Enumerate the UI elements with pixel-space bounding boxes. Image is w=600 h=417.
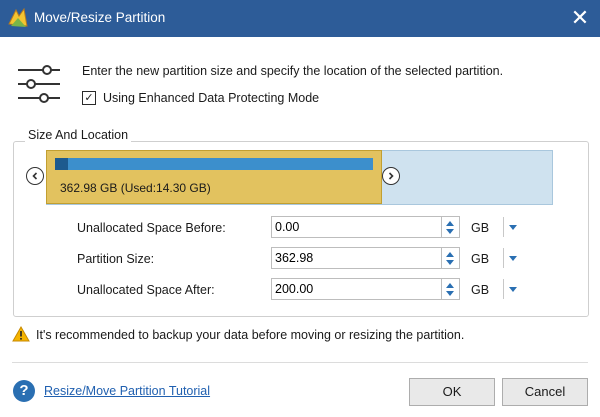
unallocated-after-label: Unallocated Space After:	[77, 283, 215, 297]
spin-up-icon[interactable]	[446, 283, 454, 288]
divider	[503, 279, 504, 299]
unit-label: GB	[471, 221, 490, 235]
spin-up-icon[interactable]	[446, 221, 454, 226]
instruction-text: Enter the new partition size and specify…	[82, 64, 504, 78]
footer-separator	[12, 362, 588, 363]
warning-icon	[12, 326, 30, 342]
partition-size-spinner[interactable]	[442, 247, 460, 269]
unit-dropdown-icon[interactable]	[509, 287, 517, 292]
used-space-fill	[55, 158, 68, 170]
enhanced-mode-checkbox[interactable]: ✓	[82, 91, 96, 105]
move-right-button[interactable]	[382, 167, 400, 185]
partition-size-label: Partition Size:	[77, 252, 155, 266]
partition-block[interactable]: 362.98 GB (Used:14.30 GB)	[46, 150, 382, 204]
partition-size-input[interactable]	[271, 247, 442, 269]
chevron-left-icon	[32, 172, 38, 180]
tutorial-link[interactable]: Resize/Move Partition Tutorial	[44, 384, 210, 398]
enhanced-mode-row: ✓ Using Enhanced Data Protecting Mode	[82, 91, 319, 105]
checkmark-icon: ✓	[84, 91, 94, 104]
cancel-button[interactable]: Cancel	[502, 378, 588, 406]
help-icon[interactable]: ?	[13, 380, 35, 402]
spin-down-icon[interactable]	[446, 260, 454, 265]
divider	[503, 248, 504, 268]
unallocated-before-label: Unallocated Space Before:	[77, 221, 226, 235]
spin-down-icon[interactable]	[446, 229, 454, 234]
partition-size-label: 362.98 GB (Used:14.30 GB)	[60, 181, 211, 195]
close-icon[interactable]: ✕	[566, 4, 594, 32]
unallocated-after-spinner[interactable]	[442, 278, 460, 300]
chevron-right-icon	[388, 172, 394, 180]
adjust-sliders-icon	[18, 65, 60, 103]
unit-label: GB	[471, 252, 490, 266]
divider	[503, 217, 504, 237]
backup-warning-text: It's recommended to backup your data bef…	[36, 328, 465, 342]
group-title: Size And Location	[25, 128, 132, 142]
window-title: Move/Resize Partition	[34, 10, 166, 25]
spin-up-icon[interactable]	[446, 252, 454, 257]
unallocated-before-spinner[interactable]	[442, 216, 460, 238]
partition-usage-bar	[55, 158, 373, 170]
enhanced-mode-label: Using Enhanced Data Protecting Mode	[103, 91, 320, 105]
title-bar: Move/Resize Partition ✕	[0, 0, 600, 37]
unit-dropdown-icon[interactable]	[509, 256, 517, 261]
unallocated-after-input[interactable]	[271, 278, 442, 300]
app-logo-icon	[8, 7, 28, 27]
spin-down-icon[interactable]	[446, 291, 454, 296]
unit-label: GB	[471, 283, 490, 297]
unallocated-before-input[interactable]	[271, 216, 442, 238]
move-left-button[interactable]	[26, 167, 44, 185]
ok-button[interactable]: OK	[409, 378, 495, 406]
unit-dropdown-icon[interactable]	[509, 225, 517, 230]
